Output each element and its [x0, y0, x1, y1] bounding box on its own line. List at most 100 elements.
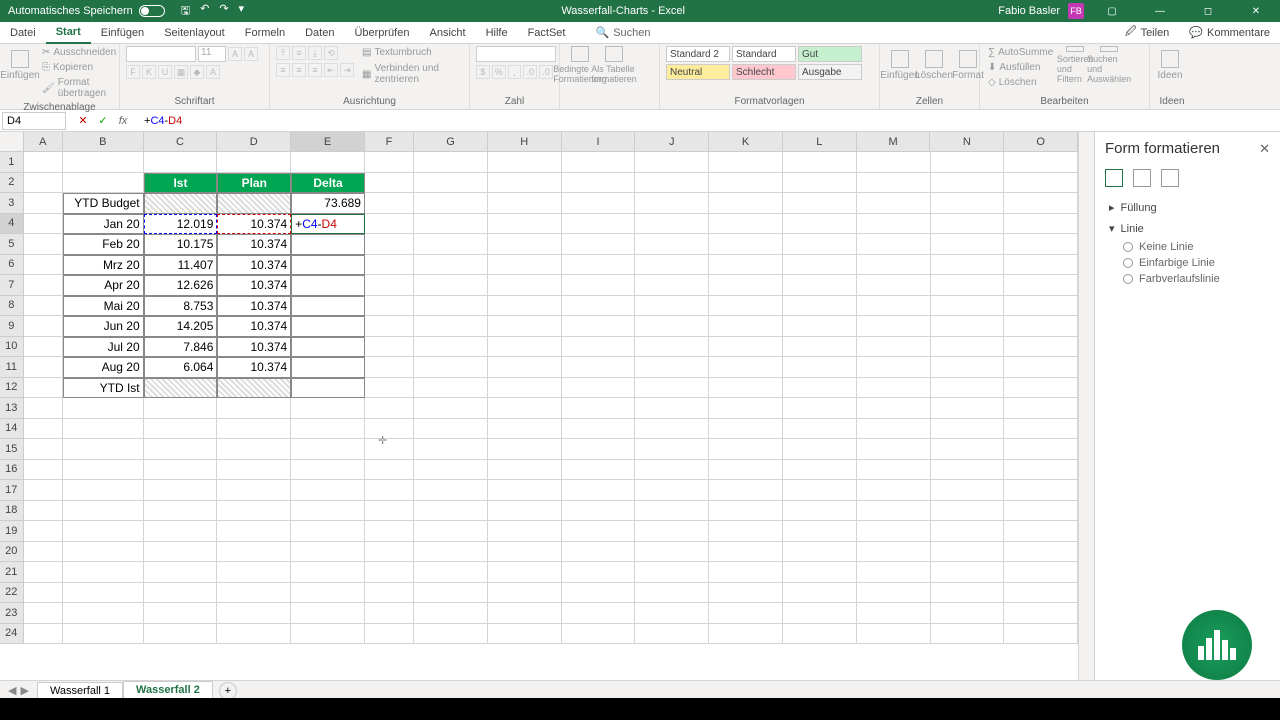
cell[interactable] — [857, 337, 931, 358]
style-ausgabe[interactable]: Ausgabe — [798, 64, 862, 80]
paste-button[interactable]: Einfügen — [6, 46, 34, 84]
option-no-line[interactable]: Keine Linie — [1095, 239, 1280, 255]
cell[interactable] — [783, 152, 857, 173]
cell[interactable] — [931, 193, 1005, 214]
cell[interactable] — [562, 337, 636, 358]
cell[interactable] — [635, 275, 709, 296]
bold-icon[interactable]: F — [126, 65, 140, 79]
align-right-icon[interactable]: ≡ — [308, 63, 322, 77]
fill-button[interactable]: ⬇ Ausfüllen — [986, 61, 1055, 74]
format-as-table-button[interactable]: Als Tabelle formatieren — [600, 46, 628, 84]
cell[interactable] — [562, 357, 636, 378]
cell[interactable] — [931, 398, 1005, 419]
cell[interactable] — [24, 501, 63, 522]
row-header[interactable]: 6 — [0, 255, 24, 276]
cell[interactable] — [857, 439, 931, 460]
cell[interactable]: 10.374 — [217, 255, 291, 276]
border-icon[interactable]: ▦ — [174, 65, 188, 79]
option-solid-line[interactable]: Einfarbige Linie — [1095, 255, 1280, 271]
cell[interactable] — [291, 357, 365, 378]
user-name[interactable]: Fabio Basler — [998, 5, 1060, 17]
cell[interactable]: 10.175 — [144, 234, 218, 255]
tab-ueberpruefen[interactable]: Überprüfen — [344, 22, 419, 44]
cell[interactable] — [414, 275, 488, 296]
cell[interactable] — [709, 480, 783, 501]
cell[interactable] — [217, 460, 291, 481]
cell[interactable] — [414, 337, 488, 358]
cell[interactable] — [635, 337, 709, 358]
vertical-scrollbar[interactable] — [1078, 132, 1094, 680]
cell[interactable] — [488, 460, 562, 481]
cell[interactable] — [931, 357, 1005, 378]
cell[interactable] — [63, 501, 144, 522]
cell[interactable] — [931, 521, 1005, 542]
cell[interactable] — [144, 562, 218, 583]
cell[interactable]: Mai 20 — [63, 296, 144, 317]
cell[interactable] — [635, 296, 709, 317]
cell[interactable] — [217, 439, 291, 460]
select-all-corner[interactable] — [0, 132, 24, 152]
indent-dec-icon[interactable]: ⇤ — [324, 63, 338, 77]
cell[interactable] — [24, 603, 63, 624]
row-header[interactable]: 3 — [0, 193, 24, 214]
cell[interactable] — [414, 296, 488, 317]
tell-me-search[interactable]: 🔍 Suchen — [595, 26, 650, 39]
tab-factset[interactable]: FactSet — [518, 22, 576, 44]
cell[interactable] — [709, 275, 783, 296]
cell[interactable] — [488, 419, 562, 440]
cell[interactable] — [291, 562, 365, 583]
cell[interactable] — [857, 275, 931, 296]
cell[interactable] — [488, 583, 562, 604]
cell[interactable] — [217, 542, 291, 563]
cell[interactable] — [291, 624, 365, 645]
cell[interactable] — [144, 583, 218, 604]
cell[interactable] — [24, 460, 63, 481]
cell[interactable] — [217, 562, 291, 583]
cell[interactable] — [709, 624, 783, 645]
cancel-icon[interactable]: ✕ — [74, 112, 92, 130]
save-icon[interactable]: 🖫 — [181, 2, 190, 21]
undo-icon[interactable]: ↶ — [200, 2, 209, 21]
col-header[interactable]: B — [63, 132, 144, 151]
cell[interactable] — [783, 460, 857, 481]
cell[interactable] — [783, 337, 857, 358]
cell[interactable]: YTD Budget — [63, 193, 144, 214]
italic-icon[interactable]: K — [142, 65, 156, 79]
cell[interactable] — [291, 234, 365, 255]
cell[interactable]: 10.374 — [217, 296, 291, 317]
comma-icon[interactable]: , — [508, 65, 522, 79]
cell[interactable] — [488, 480, 562, 501]
col-header[interactable]: I — [562, 132, 636, 151]
cell[interactable] — [24, 521, 63, 542]
cell[interactable] — [709, 357, 783, 378]
cell[interactable] — [63, 521, 144, 542]
ribbon-display-icon[interactable]: ▢ — [1092, 0, 1132, 22]
new-sheet-button[interactable]: + — [219, 682, 237, 700]
cell[interactable]: Ist — [144, 173, 218, 194]
cell[interactable] — [414, 357, 488, 378]
cell[interactable] — [291, 378, 365, 399]
size-tab-icon[interactable] — [1161, 169, 1179, 187]
conditional-format-button[interactable]: Bedingte Formatierung — [566, 46, 594, 84]
cell[interactable] — [931, 173, 1005, 194]
cell[interactable] — [217, 624, 291, 645]
cell[interactable] — [857, 419, 931, 440]
inc-decimal-icon[interactable]: .0 — [523, 65, 537, 79]
tab-formeln[interactable]: Formeln — [235, 22, 295, 44]
cell[interactable] — [291, 152, 365, 173]
col-header[interactable]: H — [488, 132, 562, 151]
cell[interactable] — [24, 337, 63, 358]
row-header[interactable]: 1 — [0, 152, 24, 173]
cell[interactable] — [365, 460, 414, 481]
cell[interactable] — [562, 501, 636, 522]
cell[interactable]: Delta — [291, 173, 365, 194]
cell[interactable] — [414, 521, 488, 542]
style-gut[interactable]: Gut — [798, 46, 862, 62]
cell[interactable]: 10.374 — [217, 214, 291, 235]
cell[interactable] — [144, 419, 218, 440]
delete-cells-button[interactable]: Löschen — [920, 46, 948, 84]
sheet-nav-next-icon[interactable]: ▶ — [20, 684, 28, 697]
cell[interactable] — [635, 624, 709, 645]
row-header[interactable]: 24 — [0, 624, 24, 645]
tab-datei[interactable]: Datei — [0, 22, 46, 44]
